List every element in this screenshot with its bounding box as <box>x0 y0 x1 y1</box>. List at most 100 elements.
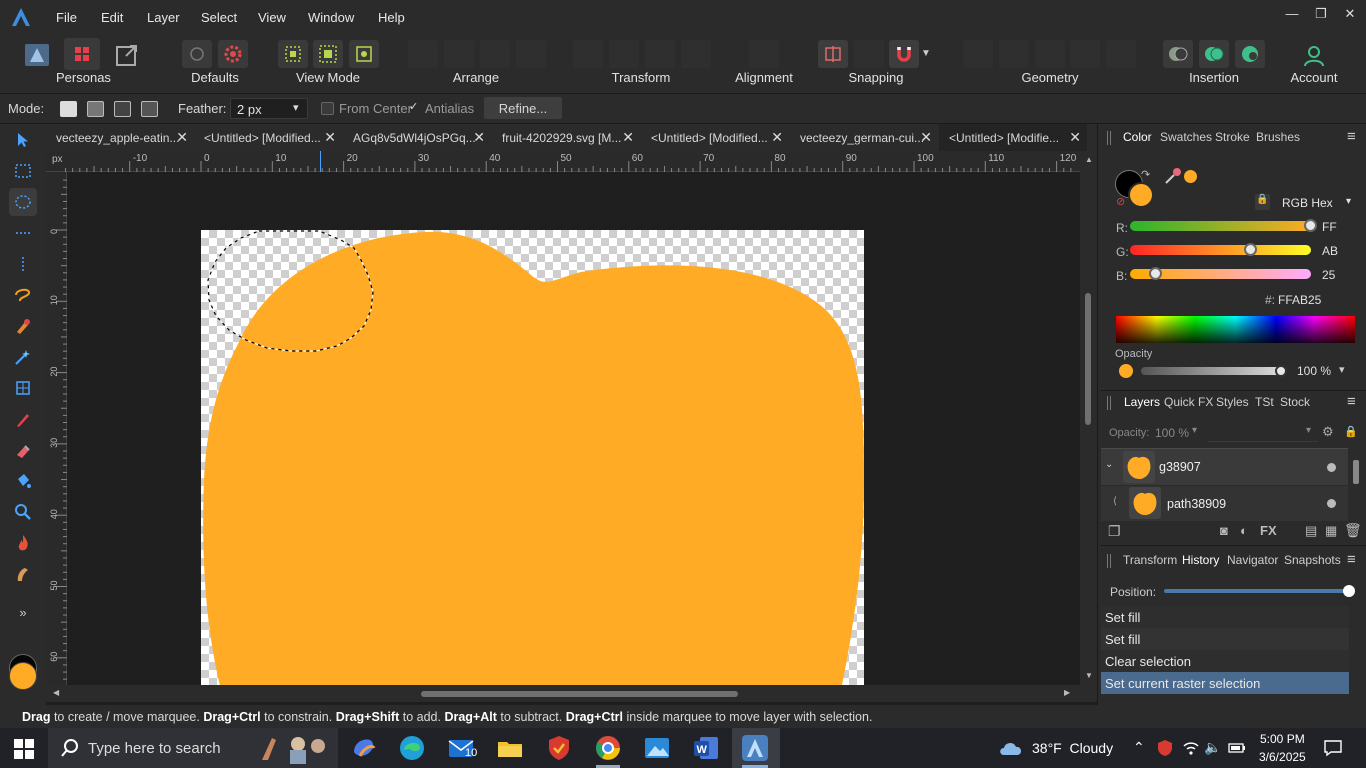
row-marquee-tool-icon[interactable] <box>9 219 37 247</box>
transform-rotate-right-icon[interactable] <box>681 40 711 68</box>
scroll-left-icon[interactable]: ◀ <box>53 688 59 697</box>
alignment-icon[interactable] <box>749 40 779 68</box>
transform-flip-h-icon[interactable] <box>573 40 603 68</box>
mode-add-icon[interactable] <box>87 101 104 117</box>
snapping-magnet-icon[interactable] <box>889 40 919 68</box>
menu-view[interactable]: View <box>258 10 286 25</box>
vertical-scroll-thumb[interactable] <box>1085 293 1091 425</box>
color-picker-icon[interactable] <box>1163 166 1183 186</box>
tab-document-7-active[interactable]: <Untitled> [Modifie... ✕ <box>939 124 1087 151</box>
delete-layer-icon[interactable]: 🗑 <box>1344 522 1362 539</box>
chrome-browser-icon[interactable] <box>594 734 622 762</box>
mode-intersect-icon[interactable] <box>141 101 158 117</box>
weather-cloud-icon[interactable] <box>998 737 1024 757</box>
geometry-intersect-icon[interactable] <box>1035 40 1065 68</box>
word-app-icon[interactable]: W <box>692 734 720 762</box>
horizontal-ruler[interactable]: px -10 0 10 20 30 40 50 60 70 80 90 100 110 120 <box>46 151 1097 172</box>
g-value[interactable]: AB <box>1322 244 1338 258</box>
layer-opacity-chevron-icon[interactable]: ▾ <box>1192 425 1197 436</box>
tab-snapshots[interactable]: Snapshots <box>1284 553 1341 567</box>
picked-color-swatch[interactable] <box>1184 170 1197 183</box>
clock-time[interactable]: 5:00 PM <box>1260 732 1305 746</box>
swap-colors-icon[interactable]: ↷ <box>1141 168 1150 181</box>
feather-chevron-icon[interactable]: ▾ <box>293 101 299 114</box>
mode-subtract-icon[interactable] <box>114 101 131 117</box>
more-tools-chevron-icon[interactable]: » <box>9 598 37 626</box>
volume-icon[interactable]: 🔈 <box>1204 739 1221 756</box>
tab-transform[interactable]: Transform <box>1123 553 1177 567</box>
menu-file[interactable]: File <box>56 10 77 25</box>
panel-grip-icon[interactable] <box>1107 131 1111 145</box>
view-mode-preview-icon[interactable] <box>349 40 379 68</box>
tab-document-5[interactable]: <Untitled> [Modified... ✕ <box>641 124 789 151</box>
security-shield-app-icon[interactable] <box>545 734 573 762</box>
feather-field[interactable]: 2 px ▾ <box>230 98 308 119</box>
no-color-icon[interactable]: ⊘ <box>1116 195 1125 208</box>
menu-edit[interactable]: Edit <box>101 10 123 25</box>
insertion-inside-icon[interactable] <box>1235 40 1265 68</box>
rectangular-marquee-tool-icon[interactable] <box>9 157 37 185</box>
fill-tool-icon[interactable] <box>9 467 37 495</box>
tab-document-2[interactable]: <Untitled> [Modified... ✕ <box>194 124 342 151</box>
scroll-down-icon[interactable]: ▼ <box>1085 671 1093 680</box>
export-persona-icon[interactable] <box>114 42 140 68</box>
insertion-behind-icon[interactable] <box>1163 40 1193 68</box>
marquee-selection[interactable] <box>201 230 864 685</box>
vertical-scrollbar[interactable]: ▲ ▼ <box>1080 151 1097 685</box>
expand-chevron-icon[interactable]: ⌄ <box>1105 459 1113 470</box>
horizontal-scroll-thumb[interactable] <box>421 691 738 697</box>
opacity-slider-knob[interactable] <box>1275 365 1287 377</box>
canvas-area[interactable] <box>67 172 1080 685</box>
edge-browser-icon[interactable] <box>398 734 426 762</box>
snapping-grid-icon[interactable] <box>818 40 848 68</box>
history-position-slider[interactable] <box>1164 589 1350 593</box>
blend-mode-dropdown[interactable]: ▾ <box>1208 422 1318 442</box>
tab-document-4[interactable]: fruit-4202929.svg [M... ✕ <box>492 124 640 151</box>
selection-brush-tool-icon[interactable] <box>9 312 37 340</box>
history-entry[interactable]: Clear selection <box>1101 650 1349 672</box>
tab-swatches[interactable]: Swatches <box>1160 130 1212 144</box>
layer-duplicate-icon[interactable]: ❐ <box>1108 523 1121 540</box>
column-marquee-tool-icon[interactable] <box>9 250 37 278</box>
battery-icon[interactable] <box>1228 741 1246 755</box>
close-tab-icon[interactable]: ✕ <box>771 129 783 146</box>
geometry-divide-icon[interactable] <box>1106 40 1136 68</box>
file-explorer-icon[interactable] <box>496 734 524 762</box>
wifi-icon[interactable] <box>1182 740 1200 756</box>
panel-grip-icon[interactable] <box>1107 554 1111 568</box>
insertion-top-icon[interactable] <box>1199 40 1229 68</box>
crop-tool-icon[interactable] <box>9 374 37 402</box>
panel-menu-icon[interactable]: ≡ <box>1347 128 1356 145</box>
scroll-right-icon[interactable]: ▶ <box>1064 688 1070 697</box>
primary-color-circle[interactable] <box>1128 182 1154 208</box>
group-icon[interactable]: ▦ <box>1325 523 1337 539</box>
photos-app-icon[interactable] <box>643 734 671 762</box>
move-tool-icon[interactable] <box>9 126 37 154</box>
close-window-button[interactable]: ✕ <box>1338 6 1362 26</box>
copilot-app-icon[interactable] <box>350 734 378 762</box>
close-tab-icon[interactable]: ✕ <box>920 129 932 146</box>
menu-select[interactable]: Select <box>201 10 237 25</box>
restore-button[interactable]: ❐ <box>1309 6 1333 26</box>
tab-navigator[interactable]: Navigator <box>1227 553 1278 567</box>
geometry-add-icon[interactable] <box>963 40 993 68</box>
menu-layer[interactable]: Layer <box>147 10 180 25</box>
color-model-dropdown[interactable]: RGB Hex ▾ <box>1276 194 1356 212</box>
vertical-ruler[interactable]: 0 10 20 30 40 50 60 <box>46 172 67 685</box>
hex-value[interactable]: FFAB25 <box>1278 293 1321 307</box>
add-layer-icon[interactable]: ▤ <box>1305 523 1317 539</box>
elliptical-marquee-tool-icon[interactable] <box>9 188 37 216</box>
pixel-persona-icon[interactable] <box>64 38 100 70</box>
primary-color-swatch[interactable] <box>9 662 37 690</box>
from-center-checkbox[interactable] <box>321 102 334 115</box>
history-entry-current[interactable]: Set current raster selection <box>1101 672 1349 694</box>
visibility-dot-icon[interactable] <box>1327 499 1336 508</box>
paint-brush-tool-icon[interactable] <box>9 405 37 433</box>
smudge-tool-icon[interactable] <box>9 560 37 588</box>
eraser-tool-icon[interactable] <box>9 436 37 464</box>
tab-color[interactable]: Color <box>1123 130 1152 144</box>
layers-scroll-thumb[interactable] <box>1353 460 1359 484</box>
red-slider-knob[interactable] <box>1304 219 1317 232</box>
b-value[interactable]: 25 <box>1322 268 1335 282</box>
layer-settings-gear-icon[interactable]: ⚙ <box>1322 424 1334 440</box>
